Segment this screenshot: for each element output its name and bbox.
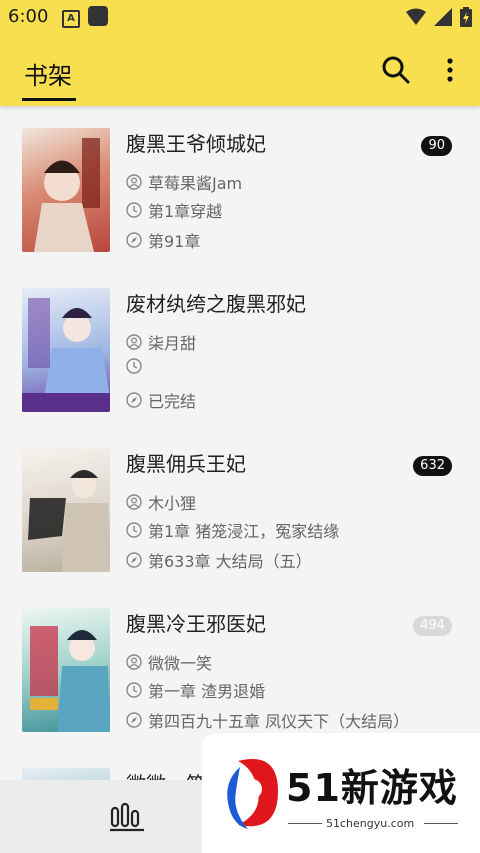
- person-icon: [126, 174, 142, 190]
- book-author-row: 木小狸: [126, 490, 196, 514]
- book-cover: [22, 608, 110, 732]
- book-latest-chapter: 第91章: [148, 232, 201, 251]
- book-author-row: 柒月甜: [126, 330, 196, 354]
- bookshelf-icon[interactable]: [108, 802, 148, 832]
- compass-icon: [126, 712, 142, 728]
- book-author-row: 草莓果酱Jam: [126, 170, 242, 194]
- book-item[interactable]: 废材纨绔之腹黑邪妃 柒月甜 已完结: [0, 266, 480, 426]
- tab-indicator: [22, 98, 76, 101]
- person-icon: [126, 334, 142, 350]
- app-bar: 书架: [0, 34, 480, 106]
- person-icon: [126, 494, 142, 510]
- unread-badge: 494: [413, 616, 452, 636]
- watermark-text: 51新游戏: [286, 766, 458, 810]
- book-latest-row: 第四百九十五章 凤仪天下（大结局）: [126, 708, 409, 732]
- wifi-icon: [406, 8, 426, 25]
- tab-bookshelf[interactable]: 书架: [24, 56, 72, 91]
- search-icon[interactable]: [380, 54, 412, 86]
- book-item[interactable]: 腹黑王爷倾城妃 草莓果酱Jam 第1章穿越 第91章 90: [0, 106, 480, 266]
- notification-square-icon: [88, 6, 108, 26]
- watermark-url: 51chengyu.com: [326, 817, 415, 830]
- book-author: 柒月甜: [148, 334, 197, 353]
- book-author-row: 微微一笑: [126, 650, 212, 674]
- book-title: 腹黑王爷倾城妃: [126, 132, 266, 156]
- book-author: 微微一笑: [148, 654, 213, 673]
- book-title: 微微一笑: [126, 768, 206, 780]
- book-lastread-row: 第1章穿越: [126, 198, 222, 222]
- book-cover: [22, 448, 110, 572]
- status-icons: [406, 7, 472, 27]
- book-lastread-row: 第一章 渣男退婚: [126, 678, 265, 702]
- clock-icon: [126, 522, 142, 538]
- book-cover: [22, 288, 110, 412]
- clock-icon: [126, 358, 142, 374]
- battery-icon: [460, 7, 472, 27]
- clock-icon: [126, 202, 142, 218]
- book-latest-row: 第91章: [126, 228, 200, 252]
- book-author: 木小狸: [148, 494, 197, 513]
- book-title: 腹黑冷王邪医妃: [126, 612, 266, 636]
- compass-icon: [126, 232, 142, 248]
- unread-badge: 90: [421, 136, 452, 156]
- book-item[interactable]: 腹黑冷王邪医妃 微微一笑 第一章 渣男退婚 第四百九十五章 凤仪天下（大结局） …: [0, 586, 480, 746]
- book-author: 草莓果酱Jam: [148, 174, 243, 193]
- book-title: 腹黑佣兵王妃: [126, 452, 246, 476]
- clock-icon: [126, 682, 142, 698]
- book-lastread-row: [126, 358, 148, 374]
- book-lastread-row: 第1章 猪笼浸江，冤家结缘: [126, 518, 339, 542]
- book-latest-row: 第633章 大结局（五）: [126, 548, 312, 572]
- book-latest-chapter: 第四百九十五章 凤仪天下（大结局）: [148, 712, 410, 731]
- book-title: 废材纨绔之腹黑邪妃: [126, 292, 306, 316]
- book-item[interactable]: 腹黑佣兵王妃 木小狸 第1章 猪笼浸江，冤家结缘 第633章 大结局（五） 63…: [0, 426, 480, 586]
- status-time: 6:00: [8, 6, 49, 27]
- book-latest-row: 已完结: [126, 388, 196, 412]
- status-bar: 6:00 A: [0, 0, 480, 34]
- watermark-rule: [288, 823, 322, 824]
- notification-a-icon: A: [62, 10, 80, 28]
- compass-icon: [126, 552, 142, 568]
- unread-badge: 632: [413, 456, 452, 476]
- person-icon: [126, 654, 142, 670]
- book-cover: [22, 768, 110, 780]
- book-last-read: 第一章 渣男退婚: [148, 682, 266, 701]
- watermark-rule: [424, 823, 458, 824]
- watermark: 51新游戏 51chengyu.com: [202, 733, 480, 853]
- book-latest-chapter: 已完结: [148, 392, 197, 411]
- more-vert-icon[interactable]: [440, 54, 460, 86]
- book-latest-chapter: 第633章 大结局（五）: [148, 552, 312, 571]
- compass-icon: [126, 392, 142, 408]
- book-last-read: 第1章穿越: [148, 202, 223, 221]
- signal-icon: [434, 8, 452, 26]
- book-cover: [22, 128, 110, 252]
- book-last-read: 第1章 猪笼浸江，冤家结缘: [148, 522, 340, 541]
- watermark-logo-icon: [227, 759, 278, 829]
